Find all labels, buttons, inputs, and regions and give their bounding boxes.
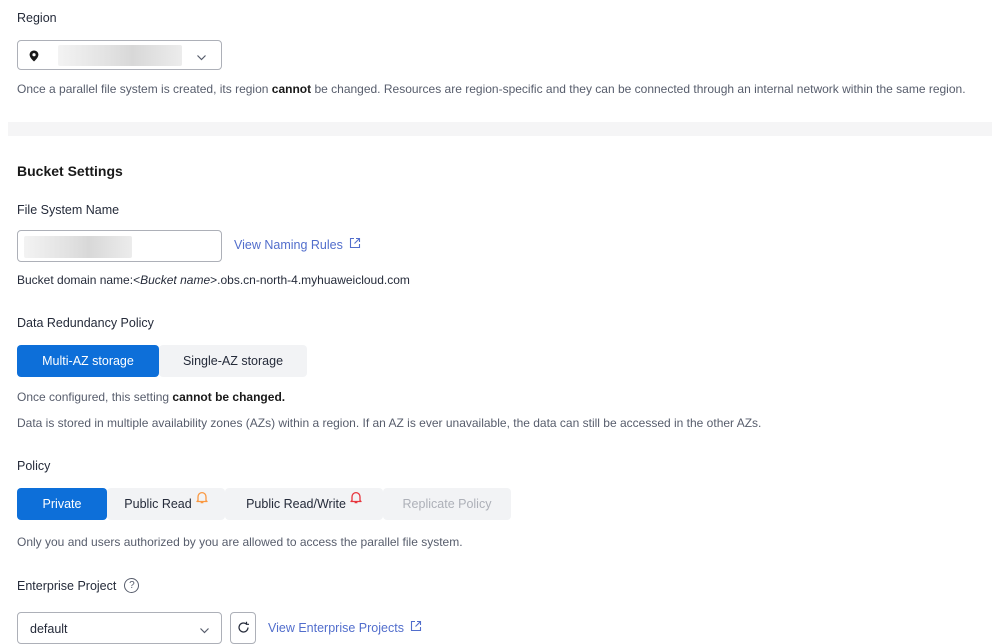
enterprise-project-label-row: Enterprise Project ? bbox=[17, 578, 140, 593]
view-naming-rules-text: View Naming Rules bbox=[234, 237, 343, 252]
bucket-domain-name: Bucket domain name:<Bucket name>.obs.cn-… bbox=[17, 273, 410, 287]
enterprise-project-label: Enterprise Project bbox=[17, 578, 117, 593]
data-redundancy-label: Data Redundancy Policy bbox=[17, 316, 154, 330]
redundancy-note: Once configured, this setting cannot be … bbox=[17, 390, 286, 404]
bucket-settings-heading: Bucket Settings bbox=[17, 163, 123, 179]
public-read-write-label: Public Read/Write bbox=[246, 497, 346, 511]
public-read-label: Public Read bbox=[124, 497, 192, 511]
refresh-button[interactable] bbox=[230, 612, 256, 644]
redundancy-description: Data is stored in multiple availability … bbox=[17, 416, 762, 430]
region-select[interactable] bbox=[17, 40, 222, 70]
policy-public-read-option[interactable]: Public Read bbox=[107, 488, 225, 520]
policy-private-option[interactable]: Private bbox=[17, 488, 107, 520]
policy-replicate-option: Replicate Policy bbox=[383, 488, 511, 520]
section-divider bbox=[8, 122, 992, 136]
policy-public-read-write-option[interactable]: Public Read/Write bbox=[225, 488, 383, 520]
region-value-redacted bbox=[58, 45, 182, 66]
refresh-icon bbox=[237, 621, 250, 639]
help-icon[interactable]: ? bbox=[124, 578, 140, 593]
location-pin-icon bbox=[29, 49, 39, 67]
enterprise-project-value: default bbox=[30, 622, 68, 636]
danger-bell-icon bbox=[350, 491, 362, 507]
view-enterprise-projects-link[interactable]: View Enterprise Projects bbox=[268, 620, 422, 635]
file-system-name-label: File System Name bbox=[17, 203, 120, 217]
region-note: Once a parallel file system is created, … bbox=[17, 82, 966, 96]
view-enterprise-projects-text: View Enterprise Projects bbox=[268, 620, 404, 635]
region-label: Region bbox=[17, 11, 57, 25]
chevron-down-icon bbox=[196, 50, 207, 68]
policy-description: Only you and users authorized by you are… bbox=[17, 535, 463, 549]
file-system-name-input[interactable] bbox=[17, 230, 222, 262]
multi-az-storage-option[interactable]: Multi-AZ storage bbox=[17, 345, 159, 377]
external-link-icon bbox=[349, 237, 361, 252]
external-link-icon bbox=[410, 620, 422, 635]
policy-label: Policy bbox=[17, 459, 51, 473]
enterprise-project-select[interactable]: default bbox=[17, 612, 222, 644]
warning-bell-icon bbox=[196, 491, 208, 507]
chevron-down-icon bbox=[199, 623, 210, 641]
view-naming-rules-link[interactable]: View Naming Rules bbox=[234, 237, 361, 252]
file-system-name-value-redacted bbox=[24, 236, 132, 258]
single-az-storage-option[interactable]: Single-AZ storage bbox=[159, 345, 307, 377]
